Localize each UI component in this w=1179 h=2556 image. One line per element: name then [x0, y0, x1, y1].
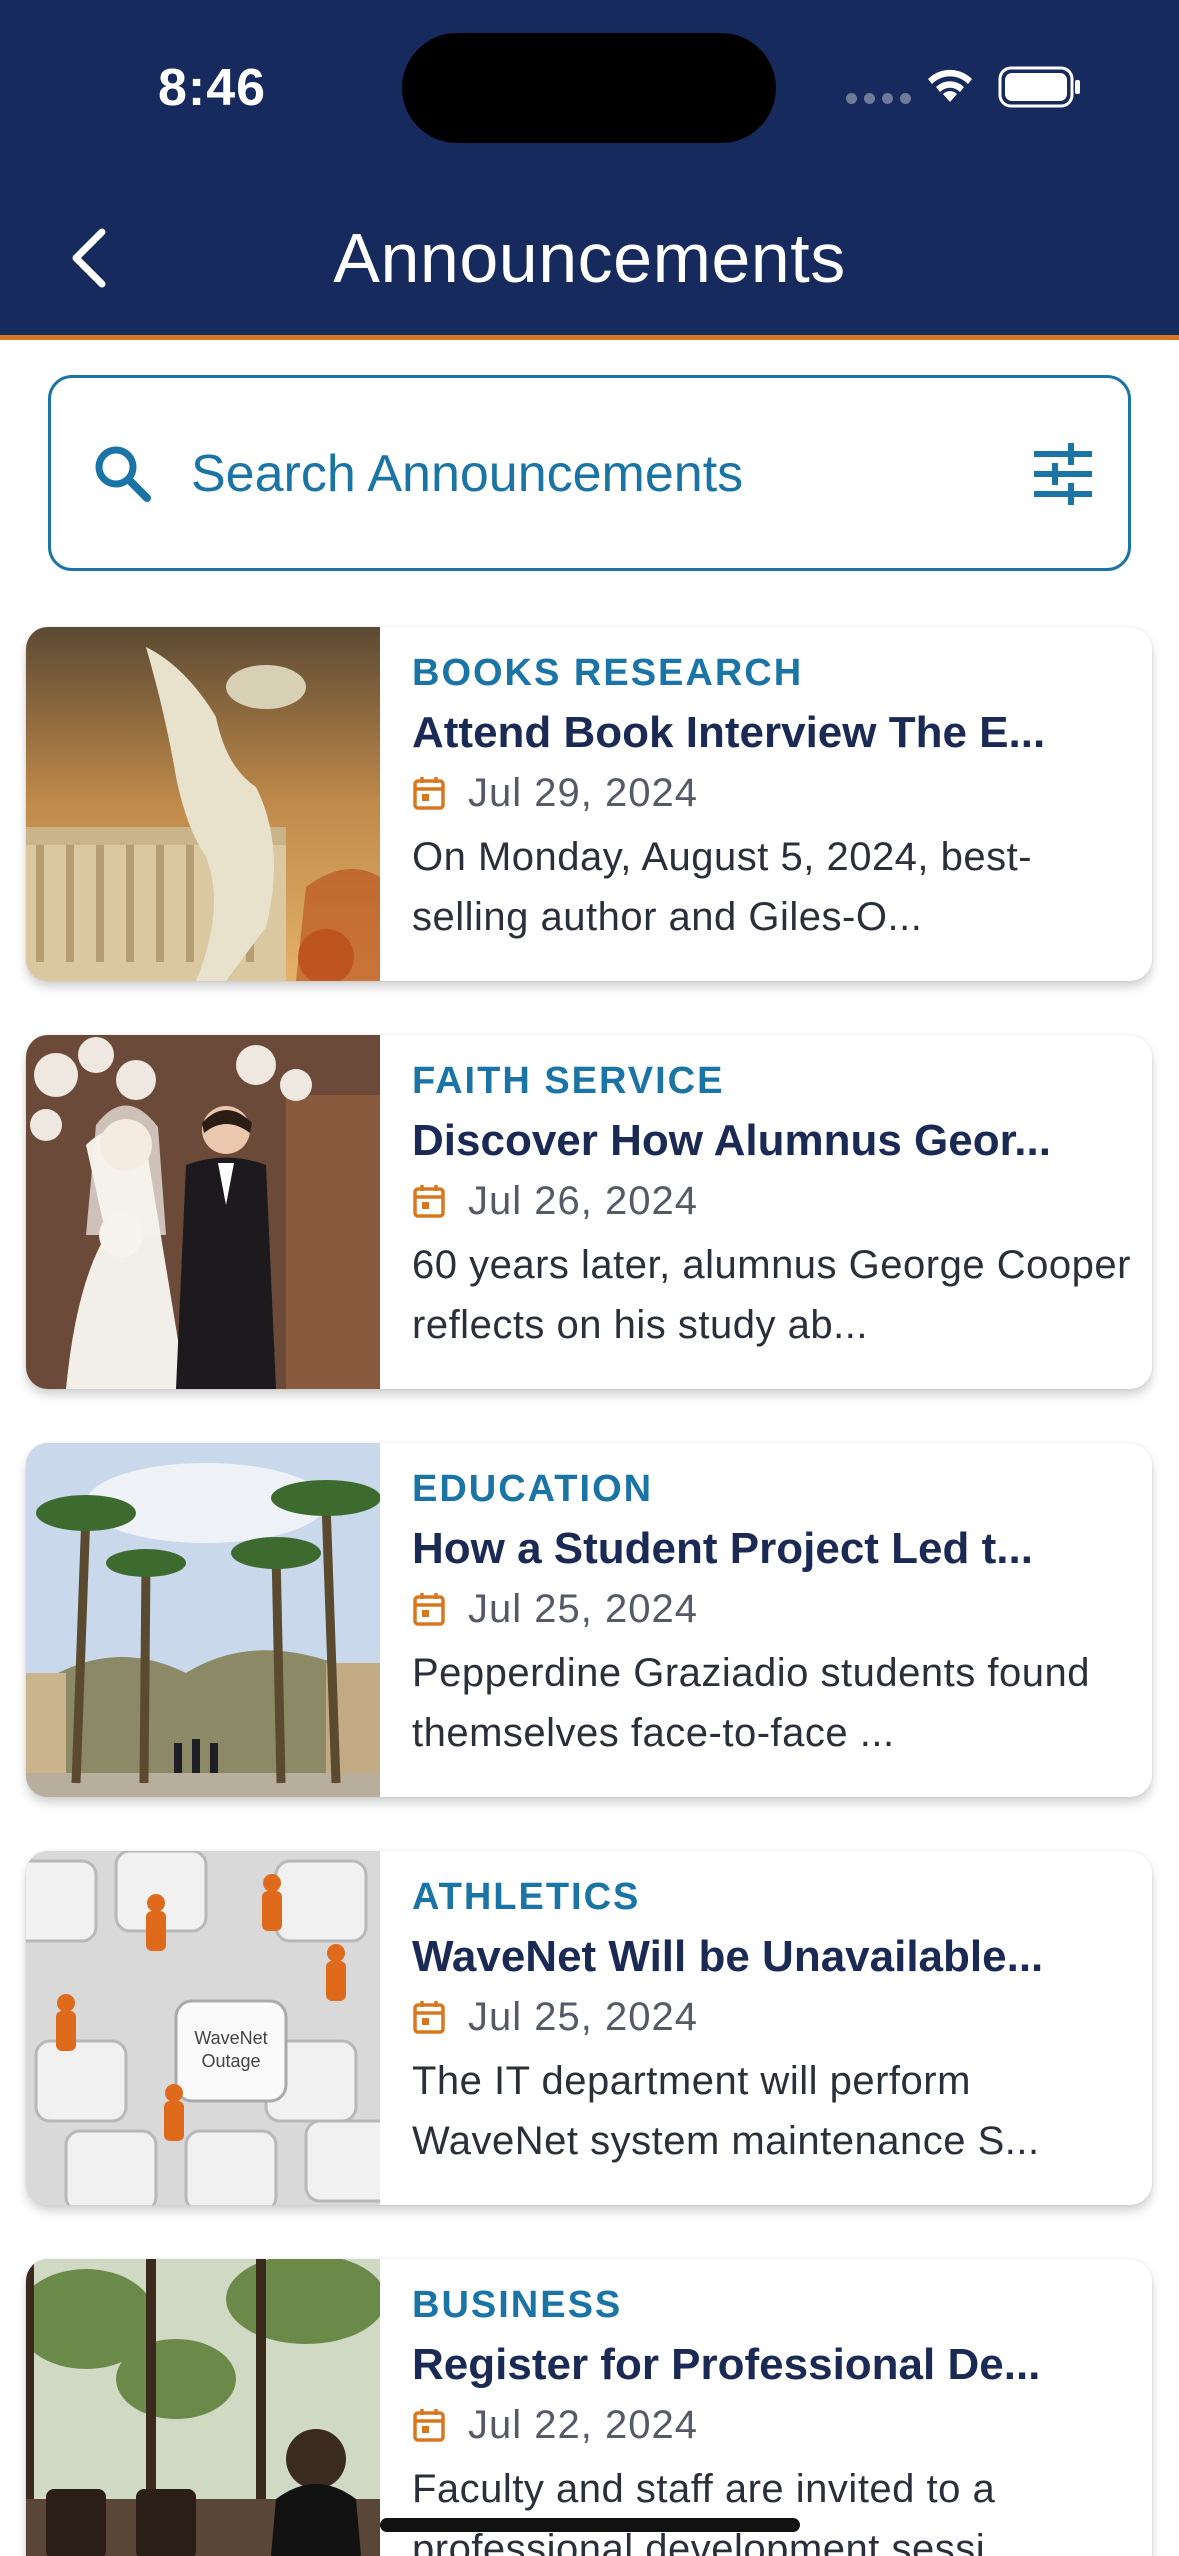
app-header: 8:46 Announcements [0, 0, 1179, 340]
announcement-date: Jul 26, 2024 [468, 1178, 698, 1223]
announcement-date: Jul 22, 2024 [468, 2402, 698, 2447]
announcement-summary: The IT department will perform WaveNet s… [412, 2059, 1040, 2163]
announcement-title: How a Student Project Led t... [412, 1524, 1033, 1573]
keycap-label-line1: WaveNet [194, 2028, 267, 2048]
dynamic-island [402, 33, 776, 143]
announcement-image-statue [26, 627, 380, 981]
cellular-signal-icon [846, 93, 911, 104]
keycap-label-line2: Outage [201, 2051, 260, 2071]
announcement-image-wedding [26, 1035, 380, 1389]
announcement-title: Discover How Alumnus Geor... [412, 1116, 1051, 1165]
filter-sliders-icon[interactable] [1031, 442, 1095, 506]
announcement-image-palms [26, 1443, 380, 1797]
page-title: Announcements [333, 219, 846, 297]
announcement-title: WaveNet Will be Unavailable... [412, 1932, 1044, 1981]
announcement-date: Jul 25, 2024 [468, 1994, 698, 2039]
calendar-icon [413, 2409, 445, 2442]
home-indicator[interactable] [380, 2518, 800, 2532]
status-time: 8:46 [158, 59, 267, 117]
calendar-icon [413, 1593, 445, 1626]
announcement-category: EDUCATION [412, 1468, 654, 1510]
calendar-icon [413, 2001, 445, 2034]
calendar-icon [413, 777, 445, 810]
announcement-card[interactable]: BOOKS RESEARCH Attend Book Interview The… [26, 627, 1152, 981]
announcement-image-keyboard: WaveNet Outage [26, 1851, 380, 2205]
announcement-summary: 60 years later, alumnus George Cooper re… [412, 1243, 1131, 1347]
announcement-card[interactable]: WaveNet Outage ATHLETICS WaveNet Will be… [26, 1851, 1152, 2205]
announcements-screen: 8:46 Announcements Search Announcements … [0, 0, 1179, 2556]
announcement-category: BUSINESS [412, 2284, 623, 2326]
announcement-category: ATHLETICS [412, 1876, 641, 1918]
announcement-card[interactable]: EDUCATION How a Student Project Led t...… [26, 1443, 1152, 1797]
search-input[interactable] [191, 438, 1011, 510]
announcement-date: Jul 25, 2024 [468, 1586, 698, 1631]
announcement-category: FAITH SERVICE [412, 1060, 725, 1102]
announcement-summary: Pepperdine Graziadio students found them… [412, 1651, 1090, 1755]
announcement-card[interactable]: BUSINESS Register for Professional De...… [26, 2259, 1152, 2556]
announcement-category: BOOKS RESEARCH [412, 652, 804, 694]
search-icon [95, 446, 151, 502]
announcement-summary: On Monday, August 5, 2024, best-selling … [412, 835, 1033, 939]
calendar-icon [413, 1185, 445, 1218]
announcement-title: Attend Book Interview The E... [412, 708, 1046, 757]
announcement-image-office [26, 2259, 380, 2556]
announcement-summary: Faculty and staff are invited to a profe… [412, 2467, 1020, 2556]
search-bar[interactable] [48, 375, 1131, 571]
battery-icon [998, 66, 1080, 108]
announcement-card[interactable]: FAITH SERVICE Discover How Alumnus Geor.… [26, 1035, 1152, 1389]
announcement-title: Register for Professional De... [412, 2340, 1041, 2389]
wifi-icon [928, 69, 972, 102]
announcement-date: Jul 29, 2024 [468, 770, 698, 815]
